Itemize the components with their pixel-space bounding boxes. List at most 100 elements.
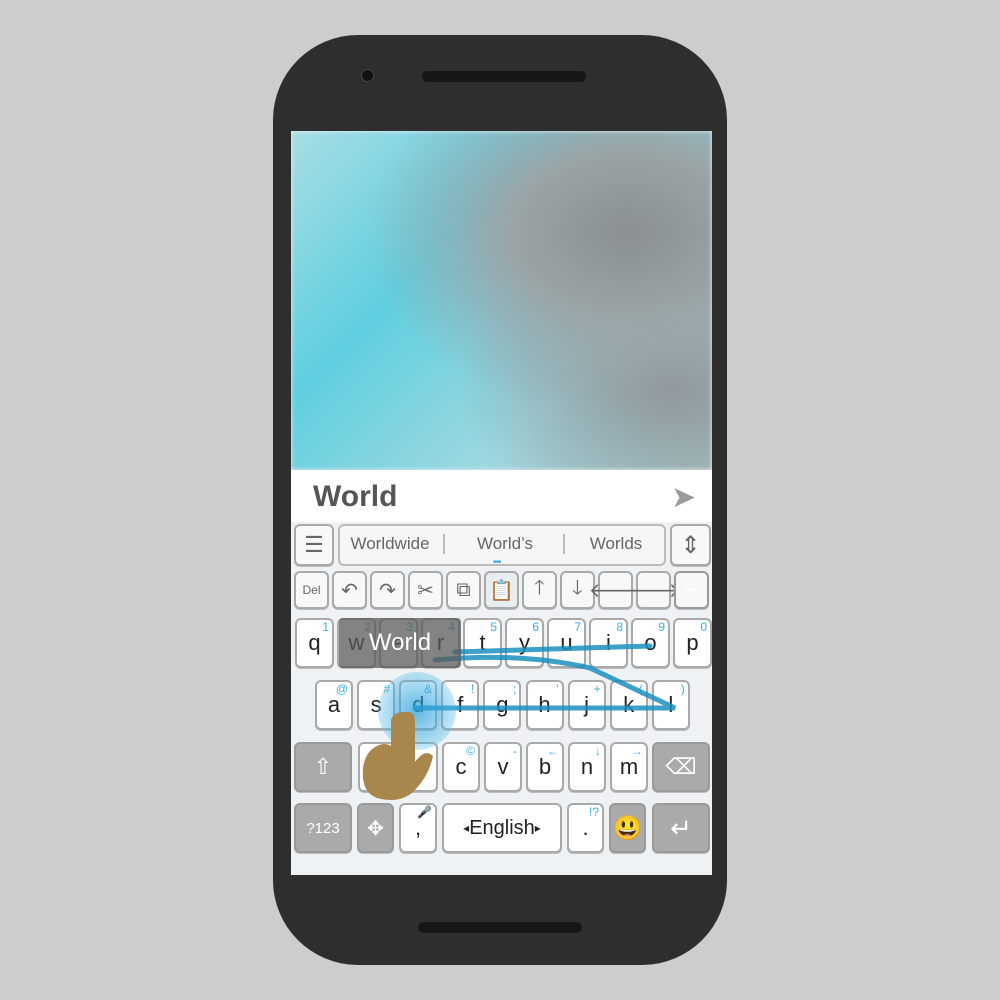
comma-key[interactable]: , 🎤 — [399, 803, 437, 853]
copy-button[interactable]: ⧉ — [446, 571, 481, 609]
suggestion-item[interactable]: Worldwide — [340, 534, 440, 554]
symbols-key[interactable]: ?123 — [294, 803, 352, 853]
enter-icon: ↵ — [670, 812, 692, 843]
key-hint: ! — [470, 682, 475, 696]
key-y[interactable]: y6 — [505, 618, 544, 668]
key-label: Del — [302, 583, 321, 597]
key-a[interactable]: a @ — [315, 680, 353, 730]
key-label: q — [308, 630, 321, 655]
hand-pointer-icon — [362, 711, 433, 800]
cursor-move-key[interactable]: ✥ — [357, 803, 394, 853]
key-v[interactable]: v- — [484, 742, 522, 792]
input-text: World — [313, 480, 398, 513]
key-hint: → — [631, 744, 643, 758]
undo-button[interactable]: ↶ — [332, 571, 367, 609]
key-hint: ( — [638, 682, 643, 696]
period-key[interactable]: .!? — [567, 803, 604, 853]
key-hint: ; — [513, 682, 517, 696]
redo-button[interactable]: ↷ — [370, 571, 405, 609]
key-hint: @ — [335, 682, 348, 696]
key-hint: 8 — [616, 620, 623, 634]
arrow-up-button[interactable]: 🡑 — [522, 571, 557, 609]
cut-icon: ✂ — [417, 579, 434, 602]
key-label: v — [497, 754, 509, 779]
key-hint: 9 — [658, 620, 665, 634]
more-suggestions-indicator: ••• — [493, 557, 501, 568]
earpiece — [422, 71, 586, 82]
arrow-up-icon: 🡑 — [534, 577, 545, 599]
language-label: English — [469, 816, 535, 839]
key-hint: 7 — [574, 620, 581, 634]
key-k[interactable]: k( — [609, 680, 648, 730]
arrow-right-icon: 🡒 — [626, 579, 681, 602]
key-t[interactable]: t5 — [463, 618, 502, 668]
key-hint: ← — [547, 744, 559, 758]
key-label: y — [519, 630, 530, 655]
key-hint: 1 — [322, 620, 329, 634]
key-hint: 6 — [532, 620, 539, 634]
key-u[interactable]: u7 — [547, 618, 586, 668]
key-hint: + — [593, 682, 601, 696]
paste-icon: 📋 — [489, 579, 514, 602]
shift-icon: ⇧ — [313, 754, 333, 779]
key-q[interactable]: q1 — [295, 618, 334, 668]
more-button[interactable]: ••• — [674, 571, 709, 609]
key-hint: 0 — [700, 620, 707, 634]
key-hint: !? — [588, 805, 599, 819]
key-label: k — [623, 692, 635, 717]
key-label: h — [538, 692, 551, 717]
key-label: t — [479, 630, 486, 655]
key-hint: - — [513, 744, 517, 758]
key-hint: © — [466, 744, 475, 758]
key-b[interactable]: b ← — [526, 742, 564, 792]
space-key[interactable]: ◂ English ▸ — [442, 803, 562, 853]
enter-key[interactable]: ↵ — [652, 803, 710, 853]
key-m[interactable]: m → — [610, 742, 648, 792]
key-c[interactable]: c © — [442, 742, 480, 792]
front-camera — [361, 69, 374, 82]
undo-icon: ↶ — [341, 579, 358, 602]
key-hint: ↓ — [595, 744, 601, 758]
key-label: ?123 — [306, 819, 340, 837]
arrow-right-button[interactable]: 🡒 — [627, 571, 680, 609]
backspace-key[interactable]: ⌫ — [652, 742, 710, 792]
text-input[interactable]: World ➤ — [291, 470, 712, 522]
cut-button[interactable]: ✂ — [408, 571, 443, 609]
key-hint: ' — [556, 682, 559, 696]
move-arrows-icon: ✥ — [367, 817, 384, 840]
send-icon[interactable]: ➤ — [671, 480, 696, 515]
shift-key[interactable]: ⇧ — [294, 742, 352, 792]
key-p[interactable]: p0 — [673, 618, 712, 668]
key-n[interactable]: n ↓ — [568, 742, 606, 792]
copy-icon: ⧉ — [456, 578, 471, 601]
suggestion-item[interactable]: World’s — [443, 534, 565, 554]
paste-button[interactable]: 📋 — [484, 571, 519, 609]
key-label: i — [606, 630, 611, 655]
key-j[interactable]: j + — [567, 680, 606, 730]
arrow-down-icon: 🡓 — [572, 577, 583, 599]
suggestion-item[interactable]: Worlds — [563, 534, 667, 554]
key-hint: 5 — [490, 620, 497, 634]
key-i[interactable]: i8 — [589, 618, 628, 668]
gesture-preview: World — [339, 618, 461, 668]
emoji-key[interactable]: 😃 — [609, 803, 646, 853]
key-label: n — [580, 754, 594, 779]
vertical-arrows-icon: ⇕ — [680, 531, 701, 559]
backspace-icon: ⌫ — [665, 754, 697, 779]
menu-button[interactable]: ☰ — [294, 524, 334, 566]
key-label: g — [496, 692, 509, 717]
key-label: j — [584, 692, 590, 717]
del-word-button[interactable]: Del — [294, 571, 329, 609]
key-h[interactable]: h ' — [525, 680, 564, 730]
more-icon: ••• — [685, 583, 698, 597]
expand-button[interactable]: ⇕ — [670, 524, 711, 566]
bottom-speaker — [418, 922, 582, 933]
key-g[interactable]: g; — [483, 680, 522, 730]
key-label: 😃 — [612, 814, 643, 842]
key-label: c — [455, 754, 467, 779]
key-l[interactable]: l) — [651, 680, 690, 730]
key-o[interactable]: o9 — [631, 618, 670, 668]
key-label: u — [560, 630, 573, 655]
key-hint: 🎤 — [417, 805, 432, 819]
redo-icon: ↷ — [379, 579, 396, 602]
